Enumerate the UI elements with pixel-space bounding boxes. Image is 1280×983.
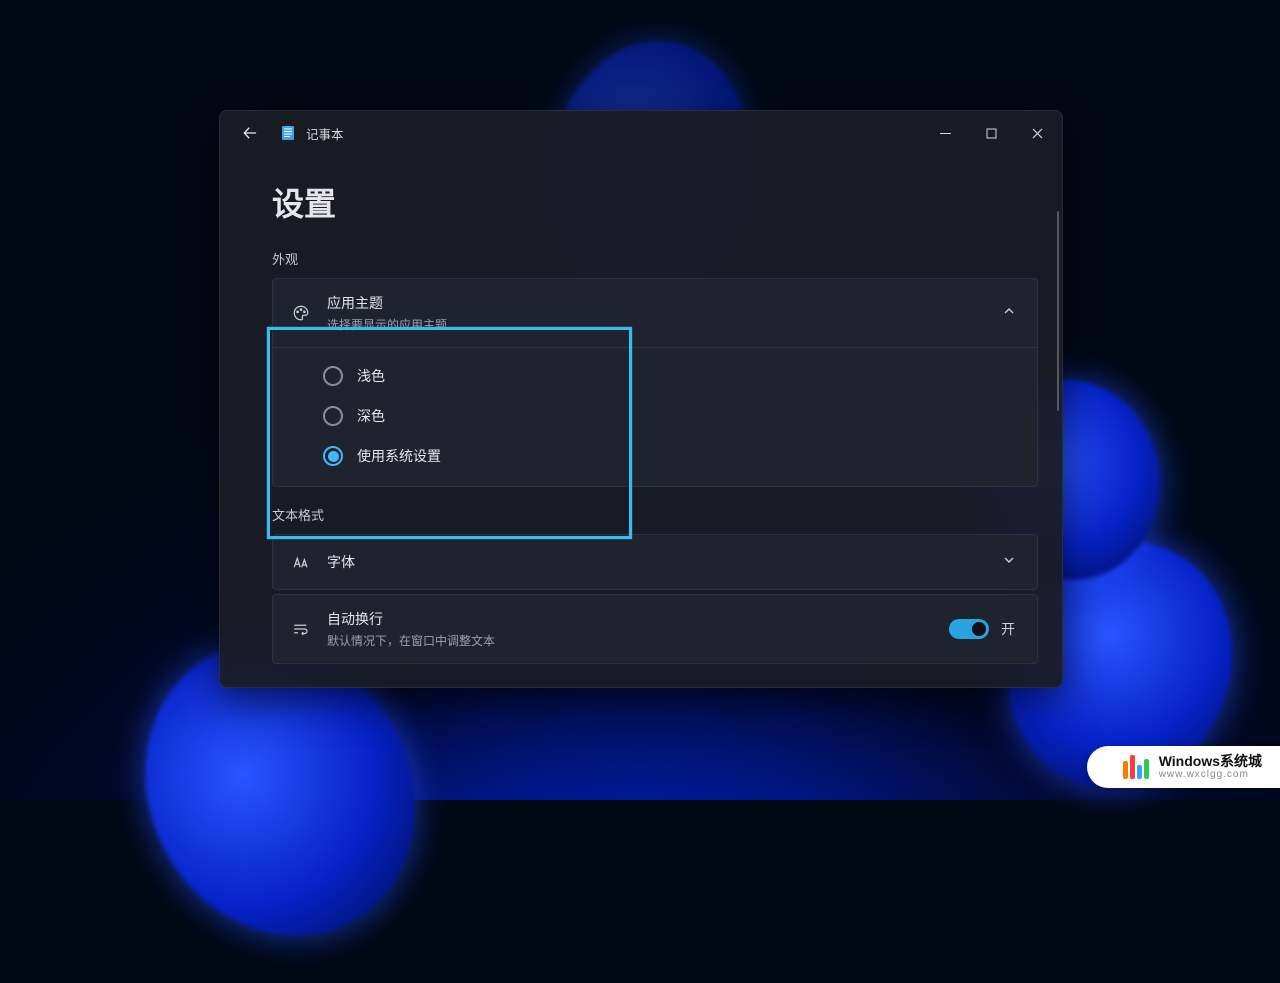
wrap-icon — [291, 620, 311, 638]
watermark-title: Windows系统城 — [1159, 754, 1262, 769]
theme-option-label: 深色 — [357, 406, 385, 426]
theme-option-label: 浅色 — [357, 366, 385, 386]
theme-title: 应用主题 — [327, 293, 447, 313]
theme-subtitle: 选择要显示的应用主题 — [327, 316, 447, 333]
theme-card: 应用主题 选择要显示的应用主题 浅色 深色 使用系统设置 — [272, 278, 1038, 487]
wrap-toggle-state: 开 — [1001, 619, 1015, 639]
wrap-subtitle: 默认情况下，在窗口中调整文本 — [327, 632, 495, 649]
theme-option-label: 使用系统设置 — [357, 446, 441, 466]
maximize-button[interactable] — [968, 117, 1014, 149]
watermark-logo-icon — [1123, 755, 1149, 779]
titlebar: 记事本 — [220, 111, 1062, 155]
theme-options: 浅色 深色 使用系统设置 — [273, 347, 1037, 486]
wrap-card: 自动换行 默认情况下，在窗口中调整文本 开 — [272, 594, 1038, 664]
chevron-up-icon — [999, 300, 1019, 326]
watermark-url: www.wxclgg.com — [1159, 769, 1262, 780]
back-button[interactable] — [234, 117, 266, 149]
scrollbar[interactable] — [1057, 211, 1059, 411]
theme-option-system[interactable]: 使用系统设置 — [273, 436, 1037, 476]
font-icon — [291, 553, 311, 571]
notepad-icon — [280, 125, 296, 141]
font-title: 字体 — [327, 552, 355, 572]
radio-icon — [323, 446, 343, 466]
page-title: 设置 — [272, 179, 1038, 225]
wrap-title: 自动换行 — [327, 609, 495, 629]
section-text-label: 文本格式 — [272, 505, 1038, 524]
watermark: Windows系统城 www.wxclgg.com — [1087, 746, 1280, 788]
theme-expander-header[interactable]: 应用主题 选择要显示的应用主题 — [273, 279, 1037, 347]
wrap-toggle[interactable] — [949, 619, 989, 639]
theme-option-light[interactable]: 浅色 — [273, 356, 1037, 396]
minimize-button[interactable] — [922, 117, 968, 149]
palette-icon — [291, 304, 311, 322]
chevron-down-icon — [999, 549, 1019, 575]
section-appearance-label: 外观 — [272, 249, 1038, 268]
theme-option-dark[interactable]: 深色 — [273, 396, 1037, 436]
radio-icon — [323, 406, 343, 426]
radio-icon — [323, 366, 343, 386]
close-button[interactable] — [1014, 117, 1060, 149]
app-title: 记事本 — [306, 124, 344, 143]
font-card[interactable]: 字体 — [272, 534, 1038, 590]
settings-window: 记事本 设置 外观 应用主题 选择要显示的应用主题 — [219, 110, 1063, 688]
